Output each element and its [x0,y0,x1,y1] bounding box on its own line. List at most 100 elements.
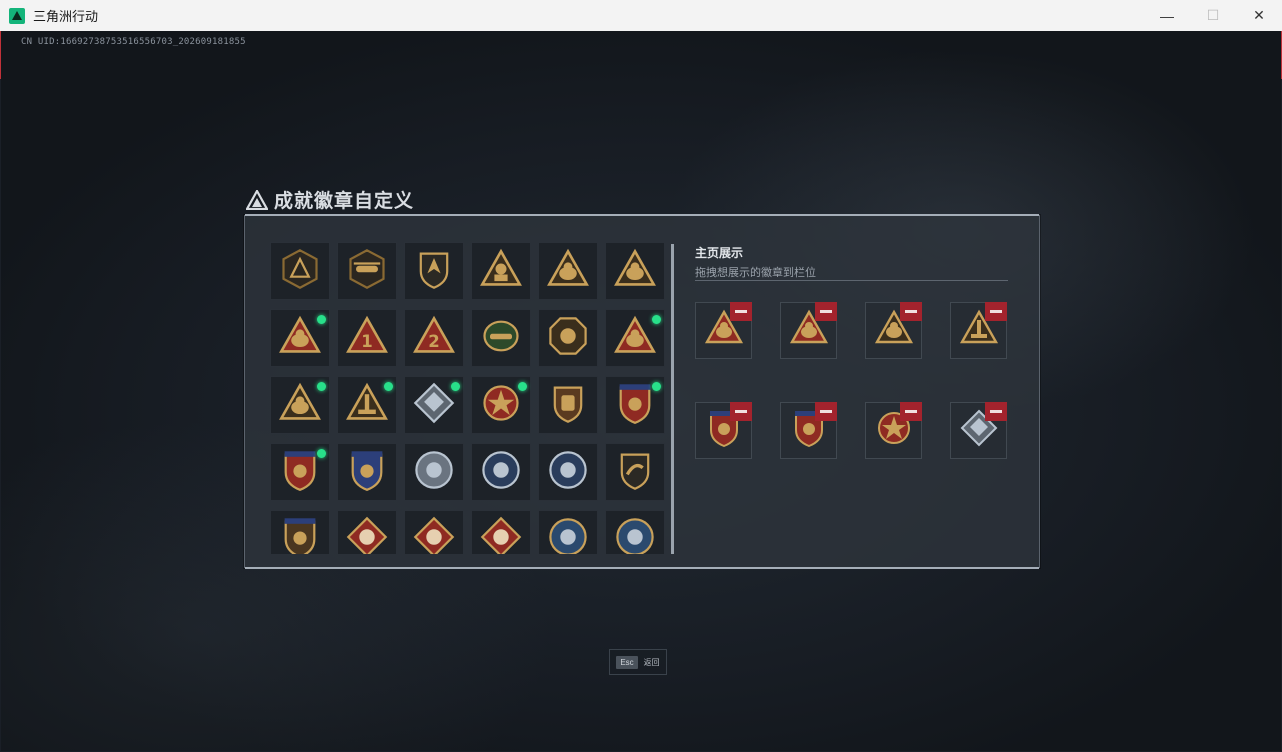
esc-back-button[interactable]: Esc 返回 [609,649,667,675]
showcase-slot[interactable] [865,402,922,459]
badge-tri-red-icon [278,314,322,363]
minus-icon [820,310,832,313]
panel-header: 成就徽章自定义 [246,186,414,213]
badge-cell[interactable] [538,242,598,300]
badge-grid-scrollbar[interactable] [671,244,674,554]
minus-icon [905,410,917,413]
new-indicator-dot [384,382,393,391]
minimize-button[interactable]: — [1144,0,1190,31]
badge-diamond-red3-icon [479,515,523,554]
badge-cell[interactable] [605,309,665,367]
minus-icon [990,310,1002,313]
showcase-slot[interactable] [865,302,922,359]
minus-icon [820,410,832,413]
showcase-divider [695,280,1008,281]
badge-cell[interactable]: 1 [337,309,397,367]
new-indicator-dot [317,382,326,391]
badge-cell[interactable] [270,376,330,434]
remove-badge-button[interactable] [815,302,837,321]
badge-cell[interactable] [471,309,531,367]
badge-cell[interactable] [538,309,598,367]
badge-cell[interactable] [337,242,397,300]
new-indicator-dot [317,315,326,324]
showcase-slot[interactable] [695,302,752,359]
badge-cell[interactable] [404,510,464,554]
badge-cell[interactable] [538,510,598,554]
badge-cell[interactable]: 2 [404,309,464,367]
badge-star-red-icon [479,381,523,430]
badge-shield-gold-icon [546,381,590,430]
badge-hex-heli-icon [345,247,389,296]
window-controls: — ☐ ✕ [1144,0,1282,31]
badge-tri-1-icon: 1 [345,314,389,363]
game-viewport: CN UID:16692738753516556703_202609181855… [1,31,1281,751]
svg-text:2: 2 [428,332,439,351]
badge-diamond-red-icon [345,515,389,554]
badge-diamond-red2-icon [412,515,456,554]
showcase-slot[interactable] [695,402,752,459]
badge-shield-arrow-icon [412,247,456,296]
new-indicator-dot [652,315,661,324]
badge-cell[interactable] [471,443,531,501]
back-label: 返回 [643,657,660,667]
badge-cell[interactable] [605,376,665,434]
svg-text:1: 1 [361,332,372,351]
badge-round-blue2-icon [613,515,657,554]
new-indicator-dot [317,449,326,458]
window-titlebar: 三角洲行动 — ☐ ✕ [0,0,1282,32]
badge-cell[interactable] [471,242,531,300]
maximize-button[interactable]: ☐ [1190,0,1236,31]
badge-crest-red-icon [613,381,657,430]
badge-cell[interactable] [337,443,397,501]
badge-shield-dark-icon [613,448,657,497]
badge-round-blue-icon [546,515,590,554]
remove-badge-button[interactable] [900,302,922,321]
new-indicator-dot [652,382,661,391]
showcase-slot[interactable] [950,402,1007,459]
remove-badge-button[interactable] [900,402,922,421]
showcase-slot[interactable] [780,302,837,359]
badge-cell[interactable] [605,510,665,554]
badge-cell[interactable] [404,443,464,501]
badge-crest-gold-icon [278,515,322,554]
badge-green-heli-icon [479,314,523,363]
badge-grid: 12 [270,242,670,554]
showcase-subtitle: 拖拽想展示的徽章到栏位 [695,267,816,279]
badge-tri-2-icon: 2 [412,314,456,363]
badge-cell[interactable] [270,242,330,300]
remove-badge-button[interactable] [985,402,1007,421]
badge-hex-dark-icon [278,247,322,296]
badge-cell[interactable] [538,443,598,501]
showcase-slot[interactable] [950,302,1007,359]
badge-diamond-silver-icon [412,381,456,430]
badge-customize-panel: 12 主页展示 拖拽想展示的徽章到栏位 [244,214,1040,569]
badge-cell[interactable] [538,376,598,434]
remove-badge-button[interactable] [985,302,1007,321]
minus-icon [990,410,1002,413]
badge-cell[interactable] [270,309,330,367]
badge-cell[interactable] [471,510,531,554]
badge-cell[interactable] [404,376,464,434]
window-title: 三角洲行动 [33,9,99,24]
remove-badge-button[interactable] [730,302,752,321]
badge-cell[interactable] [404,242,464,300]
badge-cell[interactable] [471,376,531,434]
showcase-title: 主页展示 [695,246,744,260]
badge-cell[interactable] [605,242,665,300]
new-indicator-dot [451,382,460,391]
badge-cell[interactable] [270,443,330,501]
badge-cell[interactable] [337,376,397,434]
app-logo-icon [9,7,25,24]
showcase-slot[interactable] [780,402,837,459]
remove-badge-button[interactable] [815,402,837,421]
delta-logo-icon [246,189,268,210]
remove-badge-button[interactable] [730,402,752,421]
badge-tri-beast-icon [613,247,657,296]
badge-cell[interactable] [337,510,397,554]
badge-cell[interactable] [270,510,330,554]
minus-icon [735,410,747,413]
close-button[interactable]: ✕ [1236,0,1282,31]
badge-cell[interactable] [605,443,665,501]
new-indicator-dot [518,382,527,391]
esc-key-cap: Esc [616,655,638,669]
